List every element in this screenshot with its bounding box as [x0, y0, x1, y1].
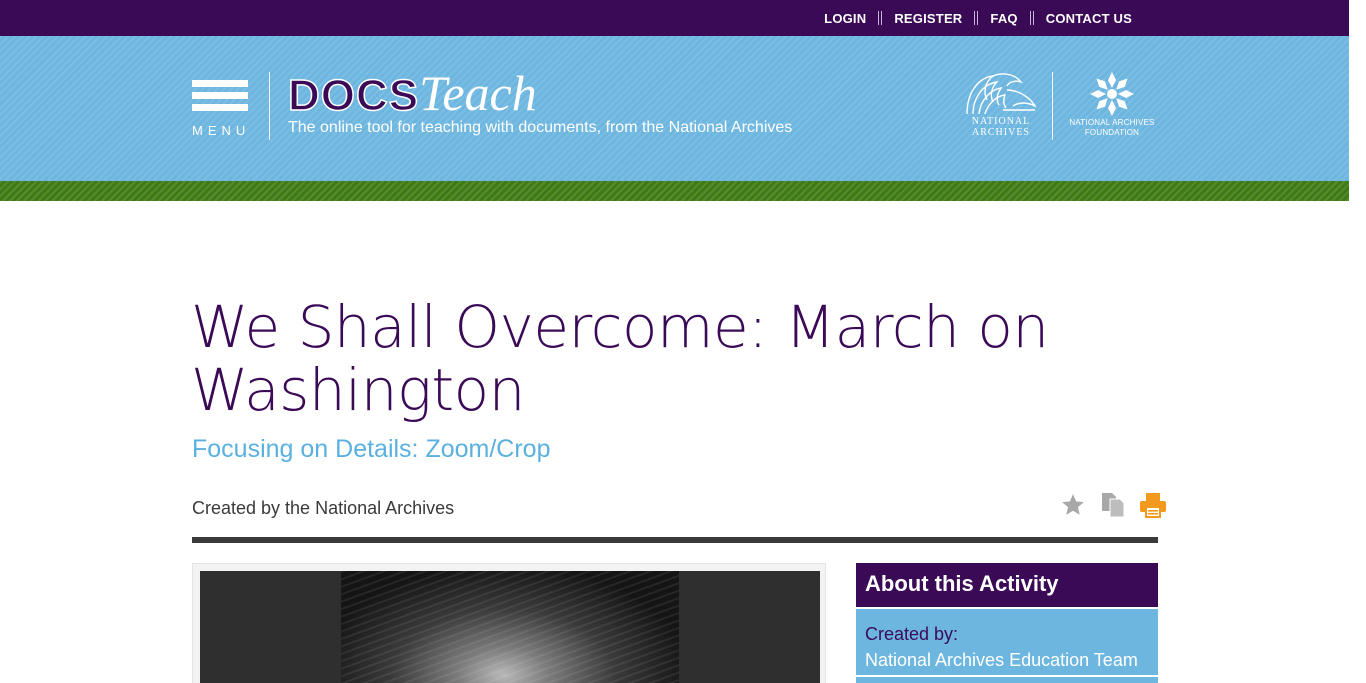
na-foundation-logo[interactable]: NATIONAL ARCHIVES FOUNDATION: [1064, 70, 1160, 142]
created-by-value: National Archives Education Team: [865, 650, 1138, 670]
site-tagline: The online tool for teaching with docume…: [288, 119, 793, 136]
print-icon: [1140, 493, 1166, 518]
nav-separator: [1029, 11, 1034, 25]
top-nav: LOGIN REGISTER FAQ CONTACT US: [824, 0, 1132, 36]
nav-separator: [974, 11, 979, 25]
header-divider: [269, 72, 270, 140]
accent-stripe: [0, 181, 1349, 201]
about-activity-heading: About this Activity: [856, 563, 1158, 607]
hamburger-icon-bar: [192, 92, 248, 99]
document-viewer: [192, 563, 826, 683]
star-icon: [1062, 494, 1084, 515]
favorite-button[interactable]: [1058, 490, 1088, 520]
national-archives-logo[interactable]: NATIONAL ARCHIVES: [962, 70, 1040, 142]
logo-divider: [1052, 72, 1053, 140]
page-title: We Shall Overcome: March on Washington: [191, 293, 1049, 424]
hamburger-icon: [192, 80, 248, 87]
title-rule: [192, 537, 1158, 543]
star-flower-icon: [1090, 72, 1134, 116]
register-link[interactable]: REGISTER: [894, 11, 962, 26]
na-logo-line1: NATIONAL: [971, 116, 1031, 127]
logo-docs-text: DOCS: [287, 71, 420, 120]
copy-button[interactable]: [1098, 490, 1128, 520]
eagle-wave-icon: [966, 73, 1037, 115]
print-button[interactable]: [1138, 490, 1168, 520]
photo-texture: [341, 571, 679, 683]
naf-logo-line2: FOUNDATION: [1084, 128, 1140, 137]
created-by-label: Created by:: [865, 624, 959, 644]
faq-link[interactable]: FAQ: [990, 11, 1017, 26]
na-logo-line2: ARCHIVES: [971, 127, 1030, 138]
docsteach-logo[interactable]: DOCSTeach: [287, 68, 536, 119]
created-by-line: Created by the National Archives: [192, 498, 455, 518]
about-activity-panel: About this Activity Created by: National…: [856, 563, 1158, 683]
document-image-area[interactable]: [200, 571, 820, 683]
activity-subtitle: Focusing on Details: Zoom/Crop: [192, 435, 551, 463]
created-by-panel: Created by: National Archives Education …: [856, 609, 1158, 675]
naf-logo-line1: NATIONAL ARCHIVES: [1069, 118, 1155, 127]
login-link[interactable]: LOGIN: [824, 11, 866, 26]
copy-icon: [1102, 493, 1125, 518]
next-panel: [856, 677, 1158, 683]
activity-tools: [1048, 490, 1168, 520]
menu-button[interactable]: MENU: [192, 80, 248, 140]
hamburger-icon-bar: [192, 104, 248, 111]
top-bar: LOGIN REGISTER FAQ CONTACT US: [0, 0, 1349, 36]
contact-us-link[interactable]: CONTACT US: [1046, 11, 1132, 26]
logo-teach-text: Teach: [419, 65, 537, 121]
nav-separator: [878, 11, 883, 25]
menu-label: MENU: [192, 123, 251, 138]
